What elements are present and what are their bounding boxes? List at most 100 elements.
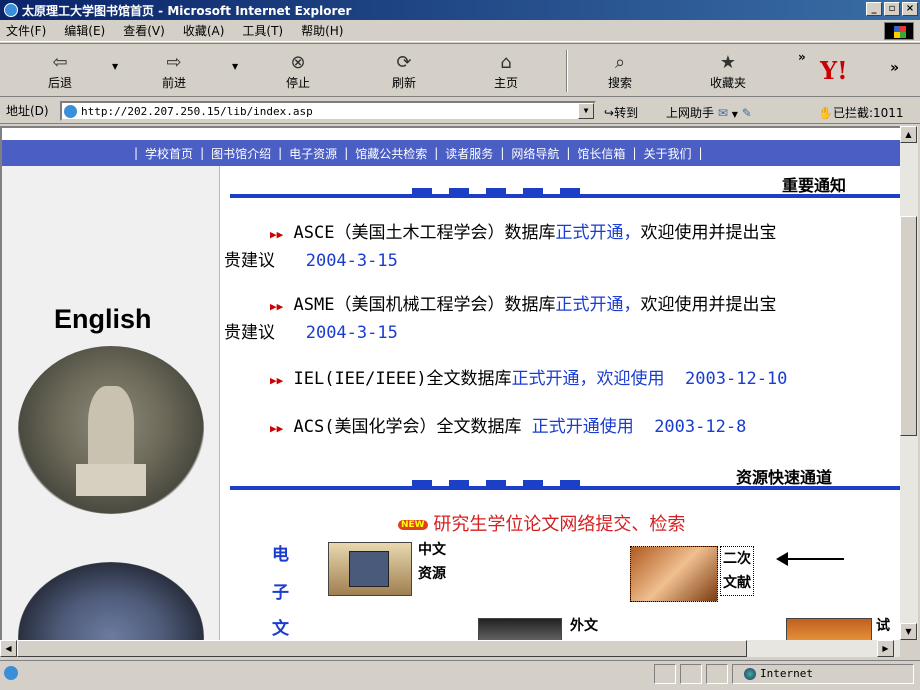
address-input[interactable]: http://202.207.250.15/lib/index.asp ▼	[60, 101, 596, 121]
stop-label: 停止	[285, 75, 310, 90]
yahoo-logo-icon[interactable]: Y!	[820, 56, 848, 85]
trial-resources-link[interactable]: 试用	[876, 614, 900, 640]
english-link[interactable]: English	[54, 304, 152, 335]
helper-button[interactable]: 上网助手 ✉ ▼ ✎	[666, 104, 752, 121]
status-page-icon	[4, 666, 18, 680]
minimize-button[interactable]: _	[866, 2, 882, 16]
scroll-right-icon[interactable]: ▶	[877, 640, 894, 657]
menu-help[interactable]: 帮助(H)	[301, 22, 343, 39]
vertical-scrollbar[interactable]: ▲ ▼	[900, 126, 918, 640]
thesis-link[interactable]: NEW 研究生学位论文网络提交、检索	[398, 510, 685, 536]
campus-statue-photo	[18, 346, 204, 514]
res-label-line: 二次	[723, 551, 751, 567]
news-item: ▶▶ ASME（美国机械工程学会）数据库正式开通，欢迎使用并提出宝 贵建议 20…	[224, 292, 900, 346]
news-item: ▶▶ IEL(IEE/IEEE)全文数据库正式开通，欢迎使用 2003-12-1…	[224, 366, 900, 394]
news-link[interactable]: 正式开通，欢迎使用	[512, 369, 665, 389]
scroll-down-icon[interactable]: ▼	[900, 623, 917, 640]
refresh-button[interactable]: ⟳ 刷新	[384, 48, 424, 94]
nav-web-guide[interactable]: 网络导航	[511, 145, 559, 162]
go-arrow-icon: ↪	[604, 106, 615, 120]
notice-title: 重要通知	[782, 176, 847, 195]
menu-favorites[interactable]: 收藏(A)	[183, 22, 225, 39]
nav-e-resources[interactable]: 电子资源	[289, 145, 337, 162]
site-nav: | 学校首页 | 图书馆介绍 | 电子资源 | 馆藏公共检索 | 读者服务 | 网络导航 |…	[2, 140, 900, 166]
chinese-resources-icon[interactable]	[328, 542, 412, 596]
go-button[interactable]: ↪转到	[604, 104, 638, 121]
nav-divider: |	[500, 146, 505, 160]
helper-dropdown-icon[interactable]: ▼	[732, 110, 738, 119]
news-item: ▶▶ ACS(美国化学会）全文数据库 正式开通使用 2003-12-8	[224, 414, 900, 442]
globe-icon	[744, 667, 756, 680]
back-dropdown-icon[interactable]: ▼	[112, 62, 118, 71]
quick-heading-squares	[412, 480, 580, 486]
menu-edit[interactable]: 编辑(E)	[64, 22, 105, 39]
home-button[interactable]: ⌂ 主页	[486, 48, 526, 94]
news-link[interactable]: 正式开通使用	[532, 417, 634, 437]
nav-opac[interactable]: 馆藏公共检索	[355, 145, 427, 162]
menu-view[interactable]: 查看(V)	[123, 22, 165, 39]
refresh-label: 刷新	[391, 75, 416, 90]
toolbar: ⇦ 后退 ▼ ⇨ 前进 ▼ ⊗ 停止 ⟳ 刷新 ⌂ 主页 ⌕ 搜索 ★ 收藏夹 …	[0, 43, 920, 97]
news-date: 2004-3-15	[305, 323, 398, 343]
address-url: http://202.207.250.15/lib/index.asp	[81, 104, 313, 118]
campus-tree-photo	[18, 562, 204, 640]
foreign-resources-link[interactable]: 外文	[570, 614, 598, 638]
back-button[interactable]: ⇦ 后退	[40, 48, 80, 94]
forward-dropdown-icon[interactable]: ▼	[232, 62, 238, 71]
secondary-literature-icon[interactable]	[630, 546, 718, 602]
nav-divider: |	[200, 146, 205, 160]
news-link[interactable]: 正式开通，	[555, 295, 640, 315]
nav-director-mailbox[interactable]: 馆长信箱	[577, 145, 625, 162]
bullet-icon: ▶▶	[270, 228, 284, 241]
nav-divider: |	[632, 146, 637, 160]
search-label: 搜索	[607, 75, 632, 90]
toolbar-more-icon[interactable]: »	[890, 60, 899, 76]
nav-school-home[interactable]: 学校首页	[145, 145, 193, 162]
forward-button[interactable]: ⇨ 前进	[154, 48, 194, 94]
news-text-cont: 贵建议	[224, 323, 275, 343]
nav-about[interactable]: 关于我们	[643, 145, 691, 162]
favorites-icon: ★	[719, 51, 737, 73]
nav-divider: |	[134, 146, 139, 160]
favorites-button[interactable]: ★ 收藏夹	[700, 48, 756, 94]
toolbar-separator	[566, 50, 568, 92]
stop-button[interactable]: ⊗ 停止	[278, 48, 318, 94]
nav-divider: |	[566, 146, 571, 160]
statue-shape	[88, 386, 134, 476]
pointer-arrow-icon	[776, 552, 844, 566]
nav-library-intro[interactable]: 图书馆介绍	[211, 145, 271, 162]
address-dropdown-icon[interactable]: ▼	[578, 103, 594, 119]
scroll-up-icon[interactable]: ▲	[900, 126, 917, 143]
vertical-char: 电	[272, 545, 289, 565]
bullet-icon: ▶▶	[270, 300, 284, 313]
trial-resources-icon[interactable]	[786, 618, 872, 640]
favorites-label: 收藏夹	[709, 75, 746, 90]
blocked-count: 已拦截:1011	[832, 106, 904, 120]
vertical-scroll-thumb[interactable]	[900, 216, 917, 436]
nav-divider: |	[344, 146, 349, 160]
popup-blocker[interactable]: ✋已拦截:1011	[818, 104, 904, 121]
chinese-resources-link[interactable]: 中文 资源	[418, 538, 446, 586]
search-button[interactable]: ⌕ 搜索	[600, 48, 640, 94]
horizontal-scroll-thumb[interactable]	[17, 640, 747, 657]
forward-label: 前进	[161, 75, 186, 90]
nav-reader-service[interactable]: 读者服务	[445, 145, 493, 162]
maximize-button[interactable]: ▫	[884, 2, 900, 16]
secondary-literature-link[interactable]: 二次 文献	[720, 546, 754, 596]
status-cell	[680, 664, 702, 684]
horizontal-scrollbar[interactable]: ◀ ▶	[0, 640, 900, 657]
page-icon	[64, 104, 77, 118]
status-cell	[654, 664, 676, 684]
security-zone: Internet	[744, 667, 813, 680]
scroll-left-icon[interactable]: ◀	[0, 640, 17, 657]
news-link[interactable]: 正式开通，	[555, 223, 640, 243]
bullet-icon: ▶▶	[270, 374, 284, 387]
menu-file[interactable]: 文件(F)	[6, 22, 46, 39]
helper-label: 上网助手	[666, 106, 715, 120]
menu-tools[interactable]: 工具(T)	[242, 22, 283, 39]
close-button[interactable]: ×	[902, 2, 918, 16]
news-date: 2003-12-8	[654, 417, 747, 437]
foreign-resources-icon[interactable]	[478, 618, 562, 640]
news-text: IEL(IEE/IEEE)全文数据库	[293, 369, 512, 389]
toolbar-overflow-icon[interactable]: »	[798, 50, 806, 64]
